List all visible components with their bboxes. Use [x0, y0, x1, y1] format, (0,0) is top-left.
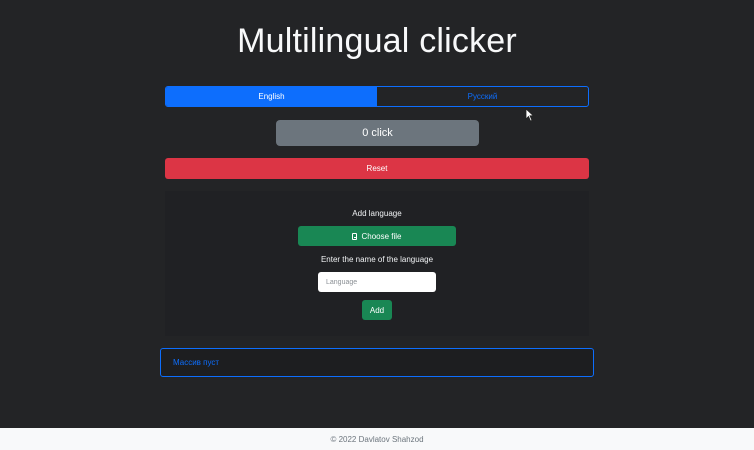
- tab-english[interactable]: English: [166, 87, 377, 106]
- page-title: Multilingual clicker: [237, 22, 517, 60]
- languages-output-box: Массив пуст: [160, 348, 594, 377]
- file-icon: [352, 232, 358, 240]
- language-name-input[interactable]: [318, 272, 436, 292]
- add-language-panel: Add language Choose file Enter the name …: [165, 191, 589, 336]
- add-language-heading: Add language: [352, 209, 402, 218]
- output-text: Массив пуст: [173, 358, 220, 367]
- click-counter-button[interactable]: 0 click: [276, 120, 479, 146]
- choose-file-label: Choose file: [361, 231, 402, 241]
- footer: © 2022 Davlatov Shahzod: [0, 428, 754, 450]
- language-name-label: Enter the name of the language: [320, 255, 434, 264]
- reset-button[interactable]: Reset: [165, 158, 589, 179]
- choose-file-button[interactable]: Choose file: [298, 226, 456, 246]
- app-page: Multilingual clicker English Русский 0 c…: [0, 0, 754, 450]
- footer-copyright: © 2022 Davlatov Shahzod: [330, 434, 424, 444]
- add-language-button[interactable]: Add: [362, 300, 392, 320]
- tab-russian[interactable]: Русский: [377, 87, 588, 106]
- mouse-cursor-icon: [525, 108, 535, 122]
- language-switcher: English Русский: [165, 86, 589, 107]
